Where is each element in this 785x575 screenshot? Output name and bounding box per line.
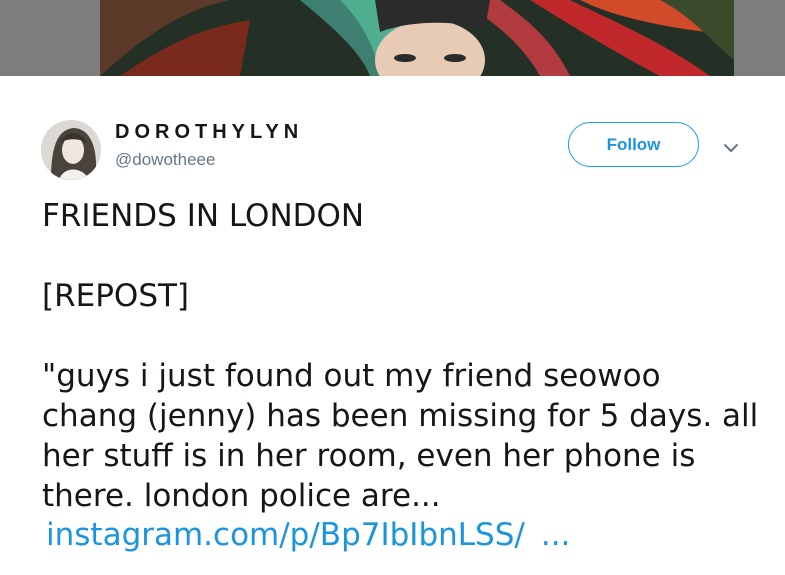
tweet-line-repost: [REPOST] bbox=[42, 278, 190, 314]
author-avatar[interactable] bbox=[41, 120, 101, 180]
avatar-photo bbox=[41, 120, 101, 180]
tweet-link[interactable]: instagram.com/p/Bp7IbIbnLSS/... bbox=[46, 515, 570, 555]
chevron-down-icon[interactable] bbox=[721, 138, 741, 158]
instagram-link[interactable]: instagram.com/p/Bp7IbIbnLSS/ bbox=[46, 517, 525, 553]
author-handle[interactable]: @dowotheee bbox=[115, 150, 215, 170]
link-ellipsis[interactable]: ... bbox=[541, 517, 571, 553]
tweet-media-image[interactable] bbox=[100, 0, 734, 76]
media-photo bbox=[100, 0, 734, 76]
tweet-text: FRIENDS IN LONDON [REPOST] "guys i just … bbox=[42, 196, 762, 516]
follow-button[interactable]: Follow bbox=[568, 122, 699, 167]
tweet-line-heading: FRIENDS IN LONDON bbox=[42, 198, 365, 234]
tweet-line-body: "guys i just found out my friend seowoo … bbox=[42, 358, 759, 514]
tweet-paragraph-gap bbox=[42, 236, 762, 276]
tweet-paragraph-gap bbox=[42, 316, 762, 356]
author-display-name[interactable]: DOROTHYLYN bbox=[115, 121, 303, 144]
